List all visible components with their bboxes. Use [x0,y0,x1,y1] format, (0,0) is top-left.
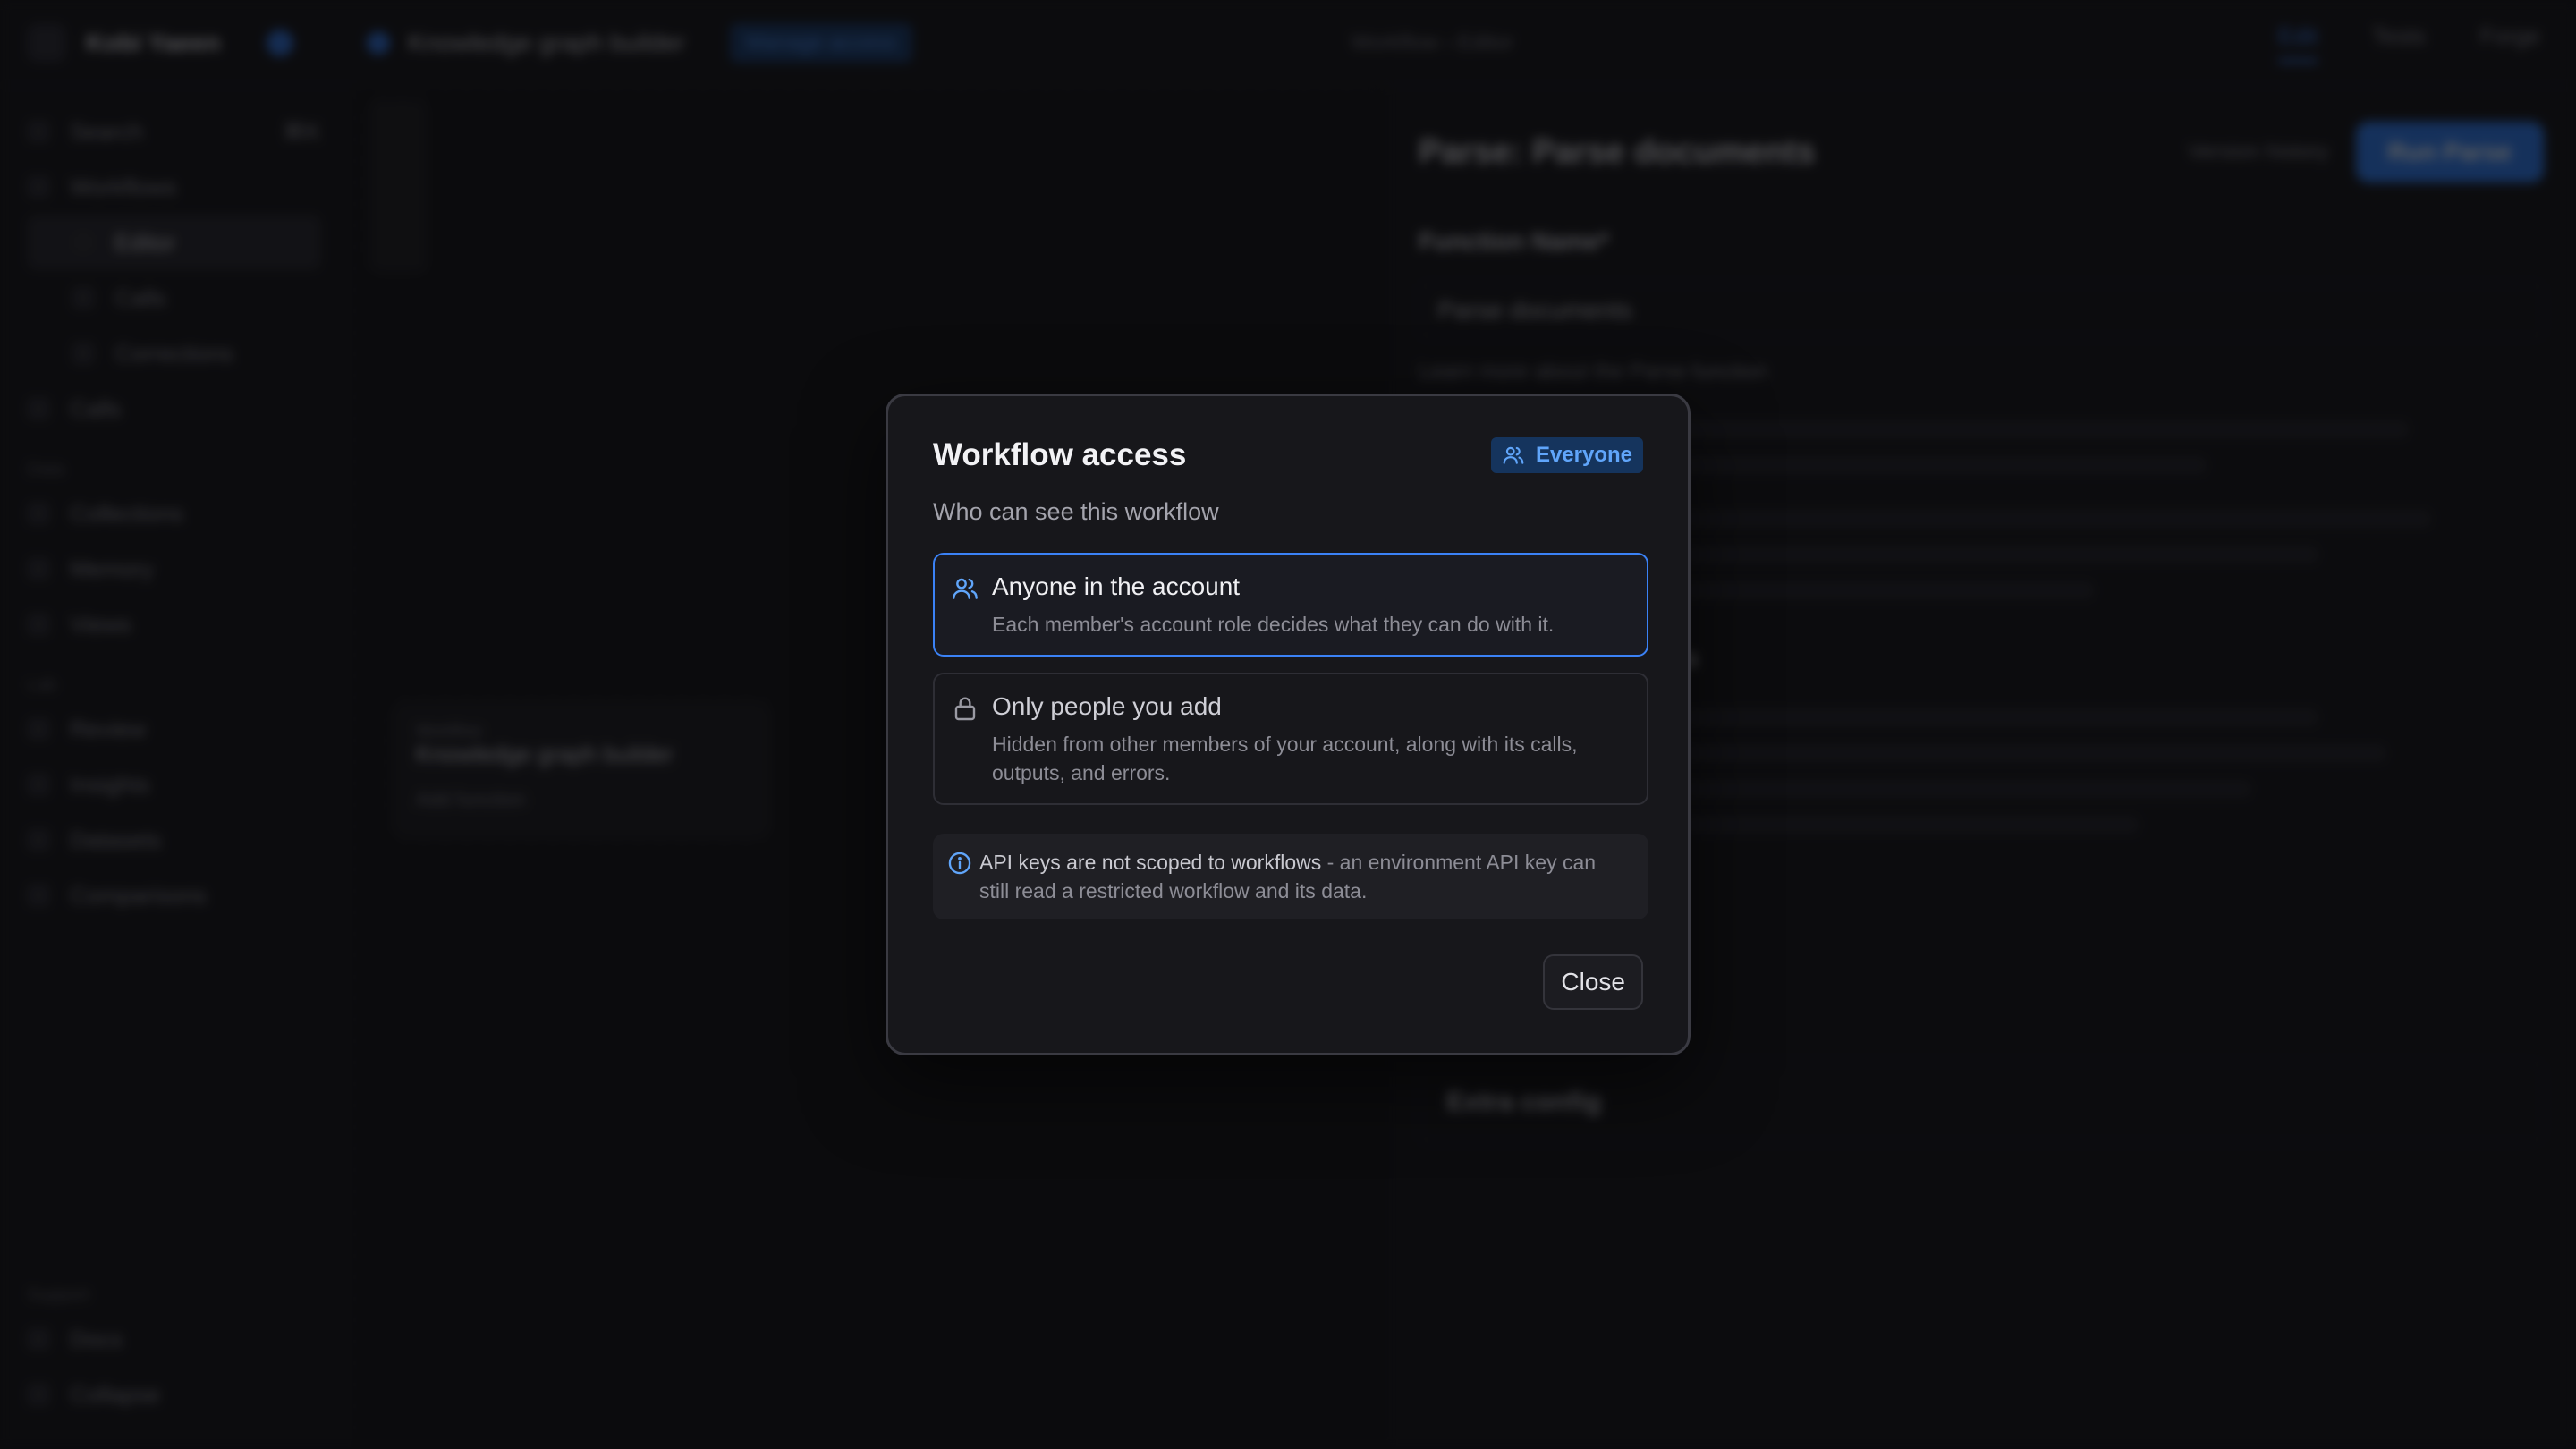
notice-strong-text: API keys are not scoped to workflows [979,851,1322,874]
access-badge-label: Everyone [1535,443,1632,467]
option-title: Anyone in the account [992,572,1241,600]
dialog-header: Workflow access Everyone [933,437,1643,473]
option-title: Only people you add [992,692,1222,720]
info-icon [948,852,971,875]
api-keys-notice: API keys are not scoped to workflows - a… [933,834,1648,919]
workflow-access-dialog: Workflow access Everyone Who can see thi… [886,394,1690,1055]
dialog-title: Workflow access [933,437,1187,472]
option-description: Each member's account role decides what … [992,613,1555,636]
option-description: Hidden from other members of your accoun… [992,733,1578,784]
option-only-people-you-add[interactable]: Only people you add Hidden from other me… [933,673,1648,805]
users-icon [1503,446,1524,464]
dialog-subtitle: Who can see this workflow [933,498,1219,525]
lock-icon [954,697,976,721]
close-button[interactable]: Close [1543,954,1643,1010]
option-anyone-in-account[interactable]: Anyone in the account Each member's acco… [933,553,1648,657]
users-icon [953,578,978,599]
access-badge: Everyone [1490,437,1643,473]
